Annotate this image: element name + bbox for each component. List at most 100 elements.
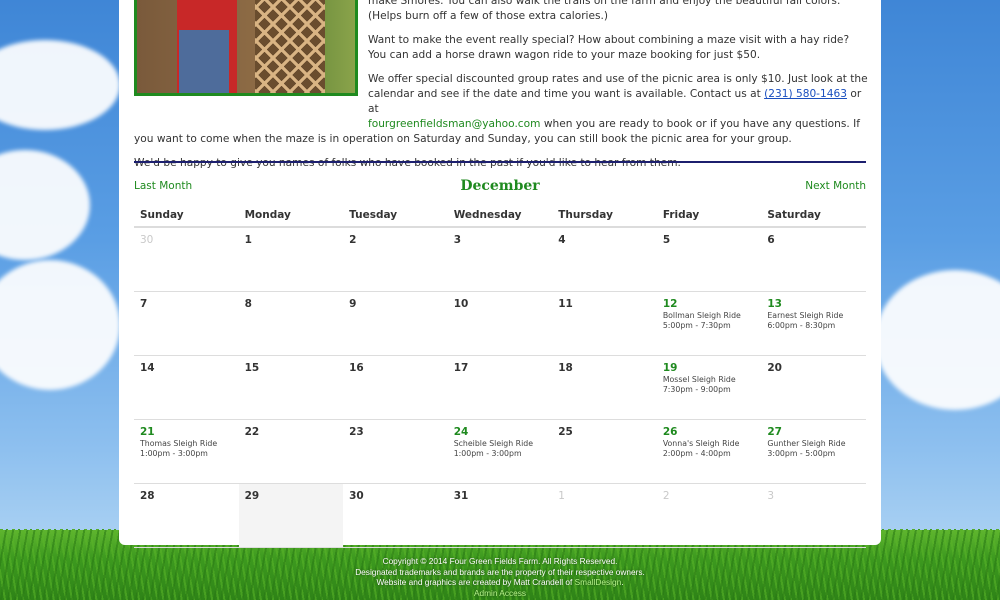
day-number: 19 [662,362,678,374]
calendar-day[interactable]: 30 [134,227,239,292]
calendar-week-row: 7 8 9 10 11 12 Bollman Sleigh Ride 5:00pm - 7:3… [134,291,866,356]
calendar-day-today[interactable]: 29 [238,483,344,548]
calendar-day[interactable]: 3 [447,227,553,292]
calendar-day[interactable]: 15 [238,355,344,420]
day-number: 30 [140,234,154,246]
event-time: 5:00pm - 7:30pm [662,320,731,330]
email-link[interactable]: fourgreenfieldsman@yahoo.com [368,118,540,130]
day-number: 26 [662,426,678,438]
day-number: 24 [453,426,469,438]
cloud [0,260,120,390]
copyright-text: Copyright © 2014 Four Green Fields Farm.… [382,556,618,566]
event-title[interactable]: Mossel Sleigh Ride [663,375,762,385]
calendar-day[interactable]: 30 [343,483,448,548]
event-title[interactable]: Bollman Sleigh Ride [663,311,762,321]
calendar-day[interactable]: 9 [343,291,448,356]
weekday-header: Sunday [134,204,239,228]
calendar-day[interactable]: 18 [552,355,657,420]
event-title[interactable]: Scheible Sleigh Ride [454,439,553,449]
next-month-link[interactable]: Next Month [805,180,866,192]
calendar-day[interactable]: 16 [343,355,448,420]
day-number: 9 [349,298,357,310]
calendar-day[interactable]: 27 Gunther Sleigh Ride 3:00pm - 5:00pm [761,419,866,484]
calendar-day[interactable]: 4 [552,227,657,292]
weekday-header-row: Sunday Monday Tuesday Wednesday Thursday Frid… [134,204,866,228]
day-number: 22 [244,426,260,438]
calendar-day[interactable]: 23 [343,419,448,484]
day-number: 13 [767,298,782,310]
calendar-day[interactable]: 21 Thomas Sleigh Ride 1:00pm - 3:00pm [134,419,239,484]
day-number: 4 [558,234,566,246]
day-number: 15 [244,362,260,374]
calendar-day[interactable]: 25 [552,419,657,484]
day-number: 2 [349,234,357,246]
weekday-header: Thursday [552,204,657,228]
event-time: 1:00pm - 3:00pm [453,448,522,458]
calendar-day[interactable]: 28 [134,483,239,548]
day-number: 3 [767,490,775,502]
calendar-day[interactable]: 2 [343,227,448,292]
weekday-header: Saturday [761,204,866,228]
paragraph-contact: fourgreenfieldsman@yahoo.com when you ar… [134,118,860,145]
calendar-day[interactable]: 20 [761,355,866,420]
calendar-day[interactable]: 6 [761,227,866,292]
day-number: 1 [244,234,252,246]
day-number: 12 [662,298,678,310]
intro-text: make Smores. You can also walk the trail… [134,0,869,171]
day-number: 31 [453,490,469,502]
admin-access-link[interactable]: Admin Access [474,588,526,598]
day-number: 14 [140,362,155,374]
calendar-day[interactable]: 10 [447,291,553,356]
weekday-header: Tuesday [343,204,448,228]
calendar-day[interactable]: 19 Mossel Sleigh Ride 7:30pm - 9:00pm [656,355,762,420]
day-number: 28 [140,490,155,502]
calendar-day[interactable]: 22 [238,419,344,484]
day-number: 8 [244,298,252,310]
calendar-day[interactable]: 11 [552,291,657,356]
calendar-week-row: 14 15 16 17 18 19 Mossel Sleigh Ride 7:30pm - 9… [134,355,866,420]
calendar-day[interactable]: 13 Earnest Sleigh Ride 6:00pm - 8:30pm [761,291,866,356]
day-number: 5 [662,234,671,246]
calendar-day[interactable]: 5 [656,227,762,292]
footer: Copyright © 2014 Four Green Fields Farm.… [0,556,1000,598]
event-title[interactable]: Gunther Sleigh Ride [767,439,866,449]
calendar-grid: Sunday Monday Tuesday Wednesday Thursday Frid… [134,204,866,548]
calendar-week-row: 21 Thomas Sleigh Ride 1:00pm - 3:00pm 22 23 2… [134,419,866,484]
day-number: 11 [558,298,573,310]
event-time: 1:00pm - 3:00pm [140,448,208,458]
paragraph-smores: make Smores. You can also walk the trail… [368,0,841,22]
calendar-day[interactable]: 7 [134,291,239,356]
calendar-day[interactable]: 26 Vonna's Sleigh Ride 2:00pm - 4:00pm [656,419,762,484]
day-number: 23 [349,426,364,438]
event-title[interactable]: Earnest Sleigh Ride [767,311,866,321]
calendar-day[interactable]: 1 [552,483,657,548]
smalldesign-link[interactable]: SmallDesign [575,577,622,587]
cloud [0,40,120,130]
day-number: 1 [558,490,565,502]
calendar-day[interactable]: 31 [447,483,553,548]
day-number: 29 [244,490,260,502]
event-title[interactable]: Vonna's Sleigh Ride [663,439,762,449]
calendar-day[interactable]: 14 [134,355,239,420]
calendar-day[interactable]: 1 [238,227,344,292]
day-number: 16 [349,362,364,374]
weekday-header: Monday [238,204,344,228]
day-number: 27 [767,426,782,438]
phone-link[interactable]: (231) 580-1463 [764,88,847,100]
day-number: 20 [767,362,782,374]
day-number: 6 [767,234,775,246]
calendar-week-row: 30 1 2 3 4 5 6 [134,227,866,292]
calendar-day[interactable]: 8 [238,291,344,356]
day-number: 7 [140,298,148,310]
day-number: 18 [558,362,573,374]
calendar-day[interactable]: 2 [656,483,762,548]
calendar-day[interactable]: 12 Bollman Sleigh Ride 5:00pm - 7:30pm [656,291,762,356]
calendar-day[interactable]: 17 [447,355,553,420]
paragraph-hayride: Want to make the event really special? H… [368,34,850,61]
day-number: 10 [453,298,469,310]
calendar-day[interactable]: 3 [761,483,866,548]
event-title[interactable]: Thomas Sleigh Ride [140,439,239,449]
calendar-day[interactable]: 24 Scheible Sleigh Ride 1:00pm - 3:00pm [447,419,553,484]
day-number: 21 [140,426,155,438]
content-panel: make Smores. You can also walk the trail… [119,0,881,548]
